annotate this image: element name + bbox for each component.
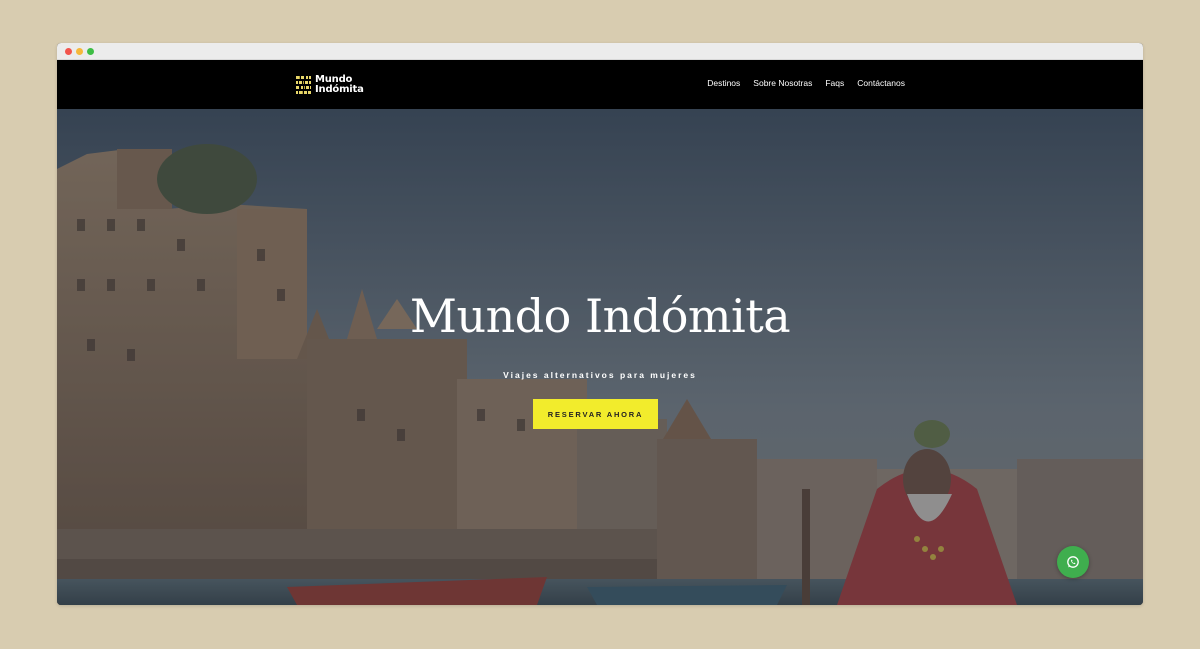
site-logo[interactable]: Mundo Indómita	[295, 73, 364, 97]
nav-link-contactanos[interactable]: Contáctanos	[857, 78, 905, 88]
nav-link-sobre-nosotras[interactable]: Sobre Nosotras	[753, 78, 812, 88]
hero-overlay	[57, 109, 1143, 605]
maximize-window-button[interactable]	[87, 48, 94, 55]
browser-window: Mundo Indómita Destinos Sobre Nosotras F…	[57, 43, 1143, 605]
whatsapp-icon	[1067, 556, 1079, 568]
reservar-ahora-button[interactable]: RESERVAR AHORA	[533, 399, 658, 429]
hero-section: Mundo Indómita Viajes alternativos para …	[57, 109, 1143, 605]
hero-subtitle: Viajes alternativos para mujeres	[503, 370, 697, 380]
hero-title: Mundo Indómita	[409, 289, 791, 343]
browser-chrome	[57, 43, 1143, 60]
close-window-button[interactable]	[65, 48, 72, 55]
mundo-indomita-logo-icon	[295, 75, 312, 95]
nav-link-faqs[interactable]: Faqs	[825, 78, 844, 88]
nav-link-destinos[interactable]: Destinos	[707, 78, 740, 88]
whatsapp-chat-button[interactable]	[1057, 546, 1089, 578]
main-nav: Destinos Sobre Nosotras Faqs Contáctanos	[694, 78, 905, 88]
logo-line-2: Indómita	[315, 84, 364, 95]
site-navbar: Mundo Indómita Destinos Sobre Nosotras F…	[57, 60, 1143, 109]
site-logo-text: Mundo Indómita	[315, 75, 364, 95]
minimize-window-button[interactable]	[76, 48, 83, 55]
